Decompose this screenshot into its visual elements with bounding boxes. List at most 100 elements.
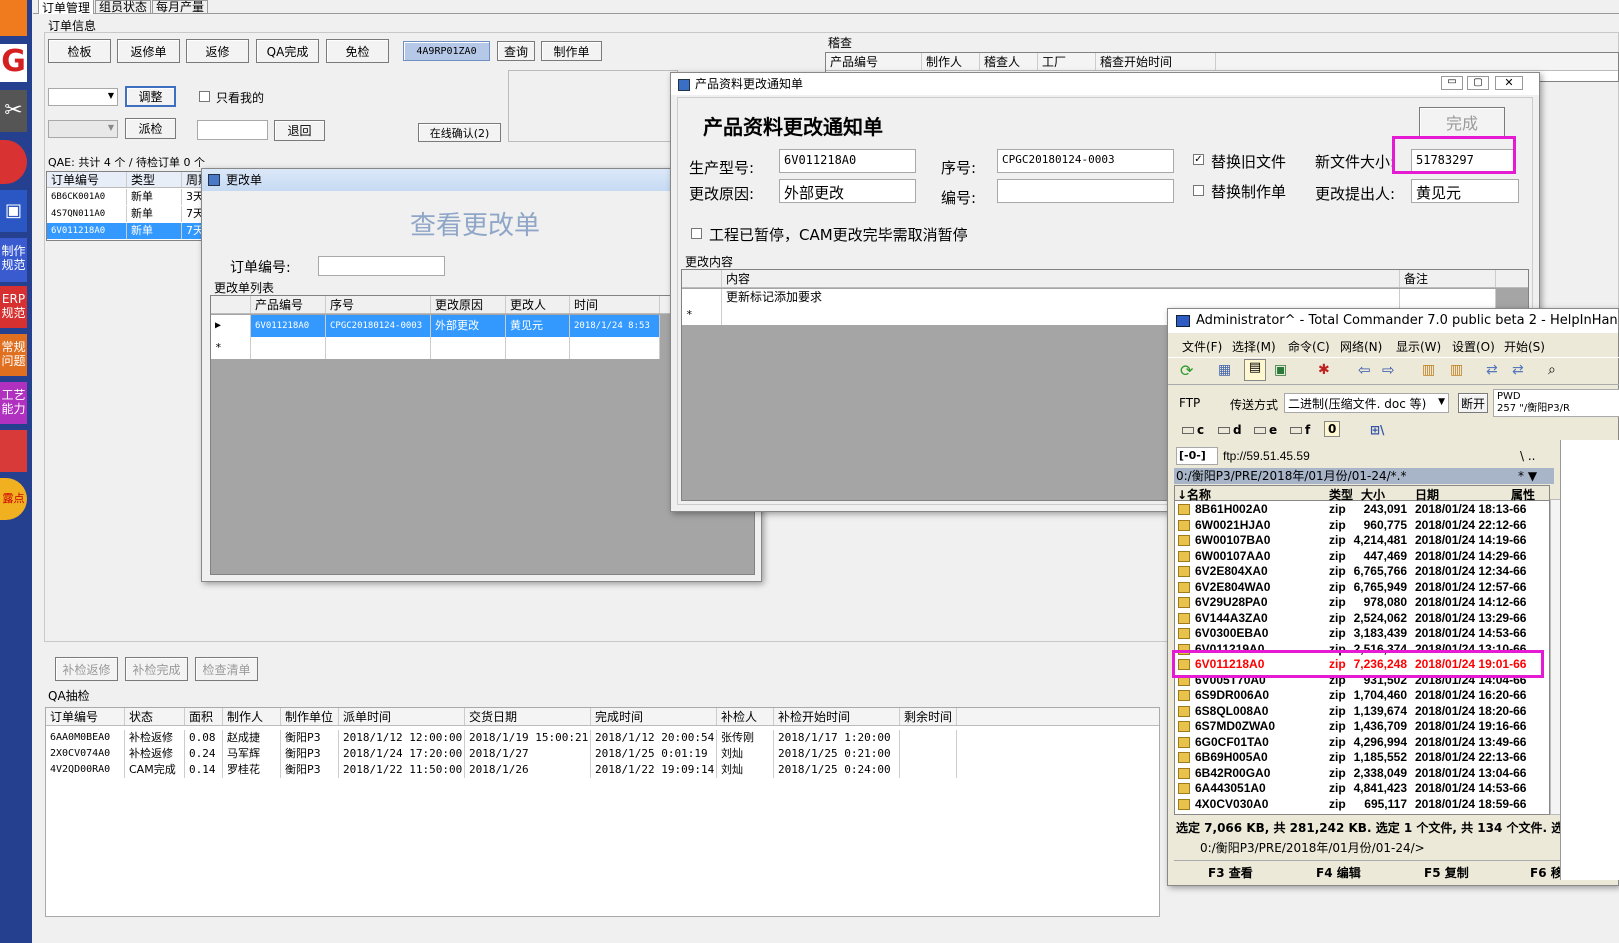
table-row[interactable]: 4S7QN011A0 新单 7天 xyxy=(47,206,205,222)
drive-e[interactable]: e xyxy=(1254,423,1277,437)
order-list-table[interactable]: 订单编号类型周期 6B6CK001A0新单3天 4S7QN011A0新单7天 6… xyxy=(46,171,206,241)
find-icon[interactable]: ⌕ xyxy=(1548,362,1556,378)
dispatch-dropdown[interactable]: ▼ xyxy=(48,120,118,138)
order-code-field[interactable]: 4A9RP01ZA0 xyxy=(403,41,490,61)
menu-network[interactable]: 网络(N) xyxy=(1340,338,1382,355)
replace-old-checkbox[interactable]: ✓ xyxy=(1193,154,1204,165)
menu-command[interactable]: 命令(C) xyxy=(1288,338,1330,355)
table-row[interactable]: 更新标记添加要求 xyxy=(682,289,1496,307)
drive-f[interactable]: f xyxy=(1290,423,1310,437)
check-list-button[interactable]: 检查清单 xyxy=(195,657,258,681)
done-button[interactable]: 完成 xyxy=(1419,107,1505,137)
tools-icon[interactable]: ✂ xyxy=(0,90,27,132)
file-row[interactable]: 6V2E804WA0 zip 6,765,949 2018/01/24 12:57-6… xyxy=(1175,580,1547,595)
inspect-button[interactable]: 检板 xyxy=(48,39,111,63)
paused-checkbox[interactable] xyxy=(691,228,702,239)
file-list-header[interactable]: ↓名称 类型 大小 日期 属性 xyxy=(1175,486,1549,502)
rework-button[interactable]: 返修 xyxy=(186,39,249,63)
table-row[interactable]: 6AA0M0BEA0 补检返修 0.08 赵成捷 衡阳P3 2018/1/12 12:00… xyxy=(46,730,1159,746)
return-button[interactable]: 退回 xyxy=(274,120,325,141)
brief-view-icon[interactable]: ▦ xyxy=(1218,362,1231,378)
online-confirm-button[interactable]: 在线确认(2) xyxy=(418,123,501,142)
file-row[interactable]: 6S9DR006A0 zip 1,704,460 2018/01/24 16:20-6… xyxy=(1175,688,1547,703)
tab-order-management[interactable]: 订单管理 xyxy=(38,0,95,15)
file-row[interactable]: 6W00107BA0 zip 4,214,481 2018/01/24 14:19-6… xyxy=(1175,533,1547,548)
f4-edit-button[interactable]: F4 编辑 xyxy=(1316,864,1361,881)
f5-copy-button[interactable]: F5 复制 xyxy=(1424,864,1469,881)
file-row[interactable]: 6W00107AA0 zip 447,469 2018/01/24 14:29-66 xyxy=(1175,549,1547,564)
refresh-icon[interactable]: ⟳ xyxy=(1180,361,1193,380)
model-input[interactable]: 6V011218A0 xyxy=(779,149,916,173)
maximize-icon[interactable]: ▢ xyxy=(1467,76,1489,90)
drive-c[interactable]: c xyxy=(1182,423,1204,437)
thumbnail-icon[interactable]: ▣ xyxy=(1274,362,1287,378)
only-mine-checkbox[interactable] xyxy=(199,91,210,102)
qa-sampling-table[interactable]: 订单编号 状态 面积 制作人 制作单位 派单时间 交货日期 完成时间 补检人 补检开始时间 剩余时间… xyxy=(45,707,1160,917)
pack-icon[interactable]: ▥ xyxy=(1422,362,1435,378)
return-reason-input[interactable] xyxy=(197,120,268,140)
file-row[interactable]: 4X0CV030A0 zip 695,117 2018/01/24 18:59-66 xyxy=(1175,797,1547,812)
file-row[interactable]: 6S8QL008A0 zip 1,139,674 2018/01/24 18:20-6… xyxy=(1175,704,1547,719)
table-row-selected[interactable]: 6V011218A0 新单 7天 xyxy=(47,223,205,239)
query-button[interactable]: 查询 xyxy=(497,41,535,61)
f3-view-button[interactable]: F3 查看 xyxy=(1208,864,1253,881)
sidebar-item-spec[interactable]: 制作规范 xyxy=(0,238,27,282)
transfer-mode-select[interactable]: 二进制(压缩文件. doc 等) ▼ xyxy=(1284,393,1449,413)
filter-icon[interactable]: * ▼ xyxy=(1518,469,1537,483)
unpack-icon[interactable]: ▥ xyxy=(1450,362,1463,378)
logo-icon[interactable]: G xyxy=(0,44,27,82)
exempt-button[interactable]: 免检 xyxy=(326,39,389,63)
menu-file[interactable]: 文件(F) xyxy=(1182,338,1222,355)
tc-titlebar[interactable]: Administrator^ - Total Commander 7.0 pub… xyxy=(1168,309,1618,333)
table-row[interactable]: 6B6CK001A0 新单 3天 xyxy=(47,189,205,205)
tab-member-status[interactable]: 组员状态 xyxy=(95,0,152,14)
seq-input[interactable]: CPGC20180124-0003 xyxy=(997,149,1174,173)
supp-done-button[interactable]: 补检完成 xyxy=(125,657,188,681)
file-row[interactable]: 6G0CF01TA0 zip 4,296,994 2018/01/24 13:49-6… xyxy=(1175,735,1547,750)
dispatch-button[interactable]: 派检 xyxy=(125,118,176,139)
file-row[interactable]: 6V2E804XA0 zip 6,765,766 2018/01/24 12:34-6… xyxy=(1175,564,1547,579)
make-order-button[interactable]: 制作单 xyxy=(541,41,602,61)
filter-dropdown[interactable]: ▼ xyxy=(48,88,118,106)
back-icon[interactable]: ⇦ xyxy=(1358,361,1371,379)
full-view-icon[interactable]: ▤ xyxy=(1244,359,1266,381)
menu-view[interactable]: 显示(W) xyxy=(1396,338,1441,355)
notice-titlebar[interactable]: 产品资料更改通知单 xyxy=(671,73,1539,95)
menu-start[interactable]: 开始(S) xyxy=(1504,338,1545,355)
disconnect-button[interactable]: 断开 xyxy=(1458,393,1488,413)
file-row[interactable]: 6S7MD0ZWA0 zip 1,436,709 2018/01/24 19:16-6… xyxy=(1175,719,1547,734)
adjust-button[interactable]: 调整 xyxy=(125,86,176,107)
table-row-selected[interactable]: ▶ 6V011218A0 CPGC20180124-0003 外部更改 黄见元 2018/… xyxy=(211,315,660,337)
drive-0[interactable]: 0 xyxy=(1324,421,1341,437)
reason-input[interactable]: 外部更改 xyxy=(779,179,916,203)
forward-icon[interactable]: ⇨ xyxy=(1382,361,1395,379)
file-row[interactable]: 6V29U28PA0 zip 978,080 2018/01/24 14:12-66 xyxy=(1175,595,1547,610)
minimize-icon[interactable]: ▭ xyxy=(1441,76,1463,90)
no-input[interactable] xyxy=(997,179,1174,203)
file-row[interactable]: 6V0300EBA0 zip 3,183,439 2018/01/24 14:53-6… xyxy=(1175,626,1547,641)
save-icon[interactable]: ▣ xyxy=(0,190,27,232)
proposer-input[interactable]: 黄见元 xyxy=(1411,179,1519,203)
network-icon[interactable]: ⊞\ xyxy=(1370,423,1384,437)
sidebar-item-capability[interactable]: 工艺能力 xyxy=(0,382,27,424)
url-icon[interactable]: ⇄ xyxy=(1512,362,1524,378)
drive-d[interactable]: d xyxy=(1218,423,1242,437)
file-row[interactable]: 6V144A3ZA0 zip 2,524,062 2018/01/24 13:29-6… xyxy=(1175,611,1547,626)
invert-icon[interactable]: ✱ xyxy=(1318,362,1330,378)
file-row[interactable]: 6B42R00GA0 zip 2,338,049 2018/01/24 13:04-6… xyxy=(1175,766,1547,781)
sidebar-top-icon[interactable] xyxy=(0,0,27,36)
file-row[interactable]: 6B69H005A0 zip 1,185,552 2018/01/24 22:13-6… xyxy=(1175,750,1547,765)
table-row[interactable]: 4V2QD00RA0 CAM完成 0.14 罗桂花 衡阳P3 2018/1/22 11:5… xyxy=(46,762,1159,778)
sidebar-item-erp[interactable]: ERP规范 xyxy=(0,286,27,328)
menu-settings[interactable]: 设置(O) xyxy=(1452,338,1495,355)
sidebar-item-issues[interactable]: 常规问题 xyxy=(0,334,27,376)
drive-select[interactable]: [-0-] xyxy=(1176,447,1218,465)
order-no-input[interactable] xyxy=(318,256,445,276)
close-icon[interactable]: ✕ xyxy=(1495,76,1523,90)
color-icon[interactable] xyxy=(0,430,27,472)
file-row[interactable]: 6A443051A0 zip 4,841,423 2018/01/24 14:53-6… xyxy=(1175,781,1547,796)
new-row[interactable]: * xyxy=(211,337,660,359)
file-row[interactable]: 6W0021HJA0 zip 960,775 2018/01/24 22:12-66 xyxy=(1175,518,1547,533)
command-line[interactable]: 0:/衡阳P3/PRE/2018年/01月份/01-24/> xyxy=(1200,839,1619,855)
table-row[interactable]: 2X0CV074A0 补检返修 0.24 马军辉 衡阳P3 2018/1/24 17:20… xyxy=(46,746,1159,762)
